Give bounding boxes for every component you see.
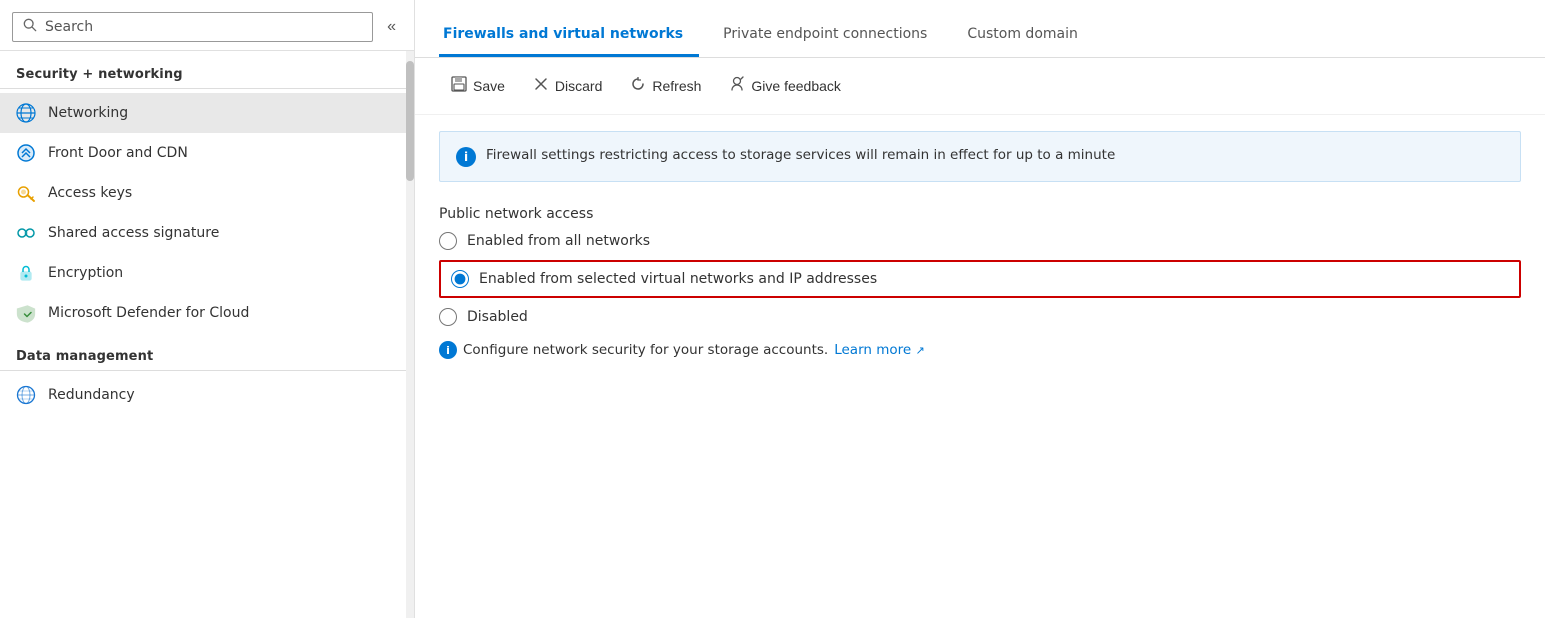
redundancy-label: Redundancy (48, 387, 135, 403)
tabs-bar: Firewalls and virtual networks Private e… (415, 0, 1545, 58)
sidebar-item-redundancy[interactable]: Redundancy (0, 375, 406, 415)
section-data-management: Data management (0, 333, 406, 370)
feedback-label: Give feedback (751, 78, 841, 94)
radio-all-networks[interactable] (439, 232, 457, 250)
section-security-networking: Security + networking (0, 51, 406, 88)
refresh-label: Refresh (652, 78, 701, 94)
radio-all-networks-label: Enabled from all networks (467, 233, 650, 249)
radio-option-all-networks[interactable]: Enabled from all networks (439, 232, 1521, 250)
radio-selected-networks[interactable] (451, 270, 469, 288)
encryption-icon (16, 263, 36, 283)
sidebar-search-bar: Search « (0, 0, 414, 51)
feedback-button[interactable]: Give feedback (717, 70, 853, 102)
networking-label: Networking (48, 105, 128, 121)
networking-icon (16, 103, 36, 123)
main-content-area: Public network access Enabled from all n… (415, 198, 1545, 618)
radio-option-selected-networks[interactable]: Enabled from selected virtual networks a… (451, 270, 877, 288)
collapse-button[interactable]: « (381, 14, 402, 40)
sas-icon (16, 223, 36, 243)
sidebar-item-networking[interactable]: Networking (0, 93, 406, 133)
radio-selected-networks-label: Enabled from selected virtual networks a… (479, 271, 877, 287)
accesskeys-icon (16, 183, 36, 203)
radio-disabled[interactable] (439, 308, 457, 326)
configure-text-row: i Configure network security for your st… (439, 340, 1521, 359)
sidebar-scrollbar[interactable] (406, 51, 414, 618)
save-icon (451, 76, 467, 96)
search-placeholder: Search (45, 19, 93, 35)
highlighted-radio-option: Enabled from selected virtual networks a… (439, 260, 1521, 298)
section-divider-1 (0, 88, 406, 89)
sidebar-item-accesskeys[interactable]: Access keys (0, 173, 406, 213)
sidebar-item-defender[interactable]: Microsoft Defender for Cloud (0, 293, 406, 333)
info-banner: i Firewall settings restricting access t… (439, 131, 1521, 182)
sidebar-item-frontdoor[interactable]: Front Door and CDN (0, 133, 406, 173)
encryption-label: Encryption (48, 265, 123, 281)
tab-custom-domain[interactable]: Custom domain (963, 16, 1094, 57)
sidebar-scrollable-area: Security + networking Networking (0, 51, 414, 618)
configure-info-icon: i (439, 341, 457, 359)
toolbar: Save Discard Refresh (415, 58, 1545, 115)
external-link-icon: ↗ (916, 344, 925, 357)
radio-option-disabled[interactable]: Disabled (439, 308, 1521, 326)
sidebar-item-encryption[interactable]: Encryption (0, 253, 406, 293)
discard-button[interactable]: Discard (521, 70, 614, 102)
save-label: Save (473, 78, 505, 94)
frontdoor-label: Front Door and CDN (48, 145, 188, 161)
save-button[interactable]: Save (439, 70, 517, 102)
banner-text: Firewall settings restricting access to … (486, 146, 1115, 165)
frontdoor-icon (16, 143, 36, 163)
defender-label: Microsoft Defender for Cloud (48, 305, 249, 321)
search-box[interactable]: Search (12, 12, 373, 42)
public-network-access-label: Public network access (439, 206, 1521, 222)
configure-text: Configure network security for your stor… (463, 342, 828, 358)
refresh-icon (630, 76, 646, 96)
tab-private-endpoint[interactable]: Private endpoint connections (719, 16, 943, 57)
search-icon (23, 18, 37, 36)
section-divider-2 (0, 370, 406, 371)
discard-label: Discard (555, 78, 602, 94)
radio-disabled-label: Disabled (467, 309, 528, 325)
sidebar-item-sas[interactable]: Shared access signature (0, 213, 406, 253)
defender-icon (16, 303, 36, 323)
redundancy-icon (16, 385, 36, 405)
sidebar: Search « Security + networking Networ (0, 0, 415, 618)
learn-more-link[interactable]: Learn more ↗ (834, 342, 925, 358)
scrollbar-thumb[interactable] (406, 61, 414, 181)
tab-firewalls[interactable]: Firewalls and virtual networks (439, 16, 699, 57)
info-icon: i (456, 147, 476, 167)
feedback-icon (729, 76, 745, 96)
refresh-button[interactable]: Refresh (618, 70, 713, 102)
sidebar-nav-list: Security + networking Networking (0, 51, 406, 618)
main-content: Firewalls and virtual networks Private e… (415, 0, 1545, 618)
radio-group-access: Enabled from all networks Enabled from s… (439, 232, 1521, 326)
discard-icon (533, 76, 549, 96)
sas-label: Shared access signature (48, 225, 219, 241)
accesskeys-label: Access keys (48, 185, 132, 201)
